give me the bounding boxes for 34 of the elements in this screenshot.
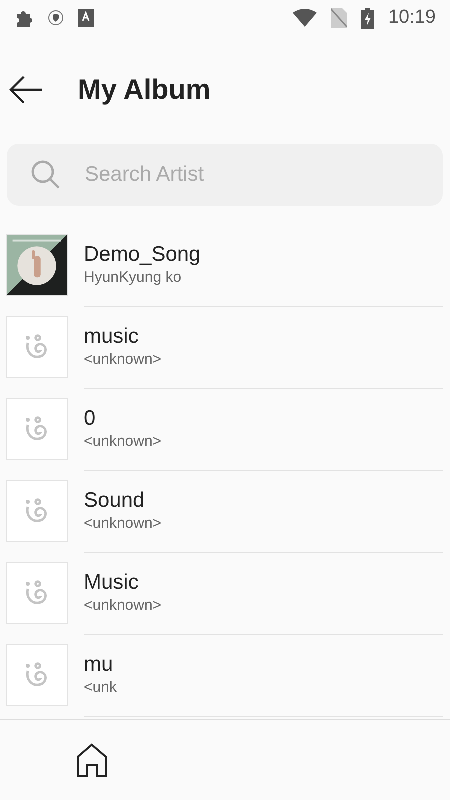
album-title[interactable]: Demo_Song	[84, 243, 443, 267]
album-placeholder[interactable]	[6, 398, 68, 460]
snail-icon	[24, 662, 50, 688]
page-title: My Album	[78, 74, 211, 106]
album-artist: <unknown>	[84, 433, 163, 450]
album-placeholder[interactable]	[6, 562, 68, 624]
shield-icon	[48, 10, 64, 26]
album-artist: <unknown>	[84, 351, 163, 368]
keyboard-icon	[78, 9, 94, 27]
album-title[interactable]: 0	[84, 407, 443, 431]
album-artist: HyunKyung ko	[84, 269, 183, 286]
album-title[interactable]: music	[84, 325, 443, 349]
album-title[interactable]: Sound	[84, 489, 443, 513]
album-title[interactable]: Music	[84, 571, 443, 595]
snail-icon	[24, 416, 50, 442]
wifi-icon	[293, 9, 318, 27]
search-icon	[31, 160, 61, 190]
no-sim-icon	[331, 8, 348, 28]
album-artist: <unknown>	[84, 515, 163, 532]
album-artist: <unknown>	[84, 597, 163, 614]
search-field[interactable]: Search Artist	[7, 144, 443, 206]
clock-time: 10:19	[388, 7, 436, 29]
album-placeholder[interactable]	[6, 480, 68, 542]
battery-charging-icon	[361, 8, 374, 28]
album-artist: <unk	[84, 679, 118, 696]
back-button[interactable]	[8, 75, 44, 105]
album-placeholder[interactable]	[6, 316, 68, 378]
snail-icon	[24, 498, 50, 524]
search-input[interactable]: Search Artist	[83, 162, 419, 188]
album-placeholder[interactable]	[6, 644, 68, 706]
home-icon[interactable]	[76, 743, 108, 777]
album-title[interactable]: mu	[84, 653, 443, 677]
snail-icon	[24, 580, 50, 606]
snail-icon	[24, 334, 50, 360]
